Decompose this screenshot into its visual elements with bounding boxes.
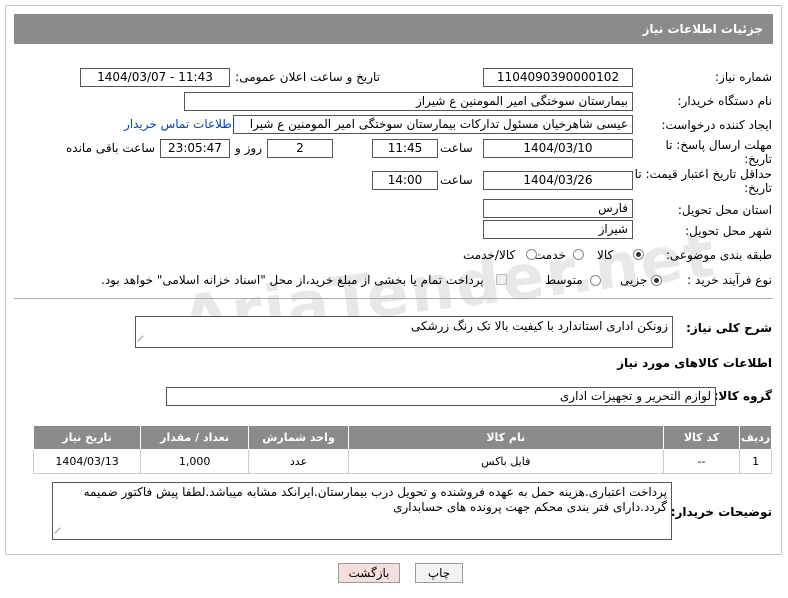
buyer-org-field[interactable]: بیمارستان سوختگی امیر المومنین ع شیراز [184,92,633,111]
buyer-notes-text: پرداخت اعتباری.هزینه حمل به عهده فروشنده… [83,485,667,514]
cell-unit: عدد [248,449,349,474]
reply-deadline-label: مهلت ارسال پاسخ: تا تاریخ: [665,138,772,166]
city-field[interactable]: شیراز [483,220,633,239]
creator-label: ایجاد کننده درخواست: [661,118,772,132]
announce-label: تاریخ و ساعت اعلان عمومی: [235,70,380,84]
category-service-radio[interactable] [573,249,584,260]
buyer-notes-textarea[interactable]: پرداخت اعتباری.هزینه حمل به عهده فروشنده… [52,482,672,540]
process-minor-radio[interactable] [651,275,662,286]
price-validity-label: حداقل تاریخ اعتبار قیمت: تا تاریخ: [634,167,772,195]
price-date-field[interactable]: 1404/03/26 [483,171,633,190]
process-minor-label: جزیی [620,273,648,287]
process-label: نوع فرآیند خرید : [687,273,772,287]
province-label: استان محل تحویل: [677,203,772,217]
back-button[interactable]: بازگشت [338,563,400,583]
need-number-label: شماره نیاز: [715,70,772,84]
goods-group-field[interactable]: لوازم التحریر و تجهیزات اداری [166,387,716,406]
col-date-header: تاریخ نیاز [32,425,142,450]
goods-section-title: اطلاعات کالاهای مورد نیاز [617,356,772,370]
print-button[interactable]: چاپ [415,563,463,583]
city-label: شهر محل تحویل: [685,224,772,238]
buyer-notes-label: توضیحات خریدار: [670,505,772,519]
cell-name: فایل باکس [347,449,664,474]
cell-code: -- [662,449,741,474]
days-label: روز و [235,141,262,155]
buyer-contact-link[interactable]: اطلاعات تماس خریدار [124,117,235,131]
panel-title: جزئیات اطلاعات نیاز [14,14,773,44]
col-row-header: ردیف [739,425,772,450]
category-label: طبقه بندی موضوعی: [665,248,772,262]
summary-textarea[interactable]: زونکن اداری استاندارد با کیفیت بالا تک ر… [135,316,673,348]
category-both-radio[interactable] [526,249,537,260]
category-service-label: خدمت [534,248,566,262]
days-field[interactable]: 2 [267,139,333,158]
treasury-payment-checkbox[interactable] [496,274,507,285]
province-field[interactable]: فارس [483,199,633,218]
category-both-label: کالا/خدمت [463,248,516,262]
col-qty-header: تعداد / مقدار [140,425,250,450]
remaining-time-label: ساعت باقی مانده [66,141,156,155]
table-row[interactable]: 1 -- فایل باکس عدد 1,000 1404/03/13 [32,449,772,474]
goods-group-label: گروه کالا: [713,389,772,403]
cell-row: 1 [739,449,772,474]
col-unit-header: واحد شمارش [248,425,349,450]
remaining-time-field[interactable]: 23:05:47 [160,139,230,158]
process-medium-label: متوسط [545,273,583,287]
col-code-header: کد کالا [662,425,741,450]
table-header-row: ردیف کد کالا نام کالا واحد شمارش تعداد /… [32,425,772,450]
col-name-header: نام کالا [347,425,664,450]
cell-date: 1404/03/13 [32,449,142,474]
price-time-field[interactable]: 14:00 [372,171,438,190]
summary-label: شرح کلی نیاز: [686,321,772,335]
summary-text: زونکن اداری استاندارد با کیفیت بالا تک ر… [410,319,668,333]
buyer-org-label: نام دستگاه خریدار: [677,94,773,108]
category-goods-radio[interactable] [633,249,644,260]
treasury-payment-note: پرداخت تمام یا بخشی از مبلغ خرید،از محل … [101,273,484,287]
section-divider [14,298,773,299]
category-goods-label: کالا [597,248,614,262]
reply-date-field[interactable]: 1404/03/10 [483,139,633,158]
announce-field[interactable]: 1404/03/07 - 11:43 [80,68,230,87]
need-number-field[interactable]: 1104090390000102 [483,68,633,87]
price-time-label: ساعت [440,173,473,187]
creator-field[interactable]: عیسی شاهرخیان مسئول تدارکات بیمارستان سو… [233,115,633,134]
cell-qty: 1,000 [140,449,250,474]
process-medium-radio[interactable] [590,275,601,286]
goods-table: ردیف کد کالا نام کالا واحد شمارش تعداد /… [32,425,772,474]
reply-time-label: ساعت [440,141,473,155]
reply-time-field[interactable]: 11:45 [372,139,438,158]
